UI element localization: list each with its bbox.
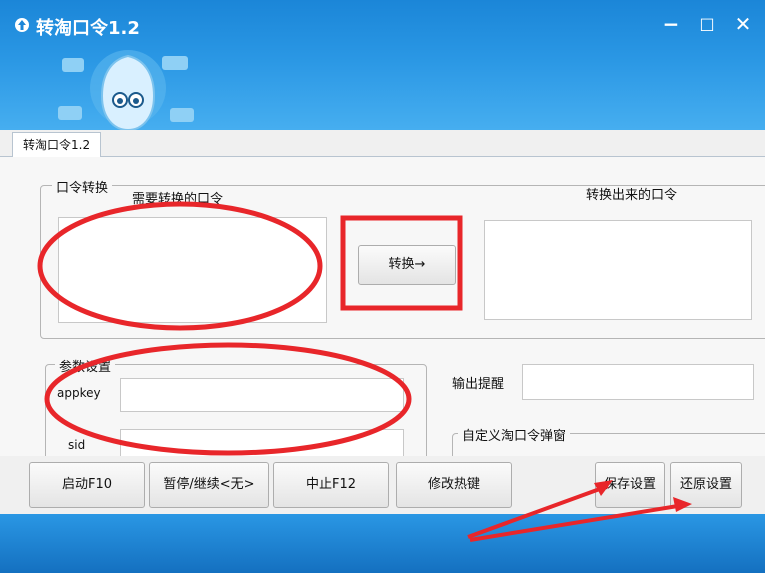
convert-button[interactable]: 转换→ <box>358 245 456 285</box>
mascot-banner-image <box>58 50 194 130</box>
restore-settings-button[interactable]: 还原设置 <box>670 462 742 508</box>
sid-label: sid <box>68 438 86 452</box>
convert-group-title: 口令转换 <box>52 177 113 196</box>
app-window: 转淘口令1.2 − □ ✕ 转淘口令1.2 口令转换 需要转换的口令 转换出来的… <box>0 0 765 573</box>
output-token-textarea[interactable] <box>484 220 752 320</box>
stop-button[interactable]: 中止F12 <box>273 462 389 508</box>
minimize-button[interactable]: − <box>657 10 685 38</box>
app-icon <box>15 18 29 32</box>
tab-strip: 转淘口令1.2 <box>0 130 765 157</box>
custom-popup-group-title: 自定义淘口令弹窗 <box>458 425 571 444</box>
tab-main[interactable]: 转淘口令1.2 <box>12 132 102 157</box>
appkey-input[interactable] <box>120 378 404 412</box>
save-settings-button[interactable]: 保存设置 <box>595 462 665 508</box>
main-panel: 口令转换 需要转换的口令 转换出来的口令 转换→ 参数设置 appkey sid… <box>0 157 765 495</box>
appkey-label: appkey <box>57 386 101 400</box>
title-bar: 转淘口令1.2 − □ ✕ <box>0 0 765 130</box>
start-button[interactable]: 启动F10 <box>29 462 145 508</box>
output-token-label: 转换出来的口令 <box>586 188 678 203</box>
input-token-label: 需要转换的口令 <box>132 192 224 207</box>
footer-bar <box>0 514 765 573</box>
output-reminder-label: 输出提醒 <box>452 377 505 392</box>
close-button[interactable]: ✕ <box>729 10 757 38</box>
sid-input[interactable] <box>120 429 404 459</box>
modify-hotkey-button[interactable]: 修改热键 <box>396 462 512 508</box>
maximize-button[interactable]: □ <box>693 10 721 38</box>
output-reminder-input[interactable] <box>522 364 754 400</box>
window-title: 转淘口令1.2 <box>36 18 140 39</box>
bottom-toolbar: 启动F10 暂停/继续<无> 中止F12 修改热键 保存设置 还原设置 <box>0 456 765 514</box>
input-token-textarea[interactable] <box>58 217 327 323</box>
pause-resume-button[interactable]: 暂停/继续<无> <box>149 462 269 508</box>
params-group-title: 参数设置 <box>55 356 116 375</box>
